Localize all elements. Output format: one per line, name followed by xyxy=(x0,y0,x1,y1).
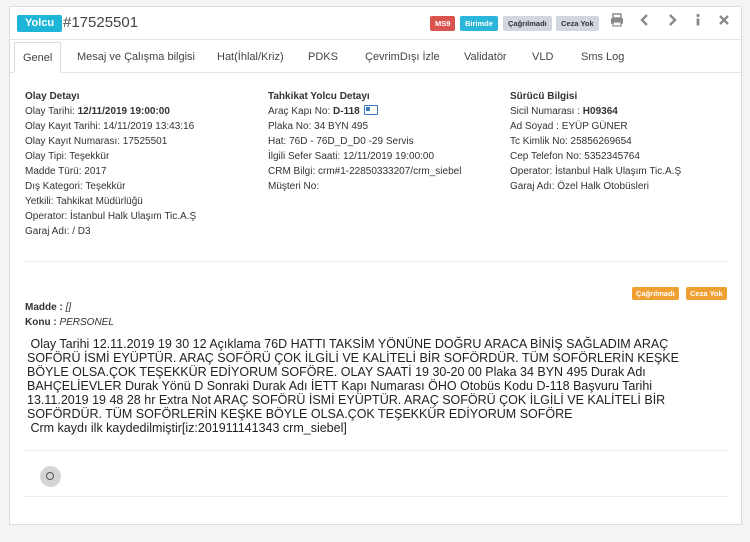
surucu-title: Sürücü Bilgisi xyxy=(510,91,578,102)
info-icon[interactable] xyxy=(690,13,706,31)
olay-tipi: Olay Tipi: Teşekkür xyxy=(25,151,110,162)
footer-divider xyxy=(24,496,729,497)
record-panel: Yolcu #17525501 MS9 Birimde Çağrılmadı C… xyxy=(9,6,742,525)
hat: Hat: 76D - 76D_D_D0 -29 Servis xyxy=(268,136,414,147)
ad-soyad: Ad Soyad : EYÜP GÜNER xyxy=(510,121,628,132)
chevron-right-icon[interactable] xyxy=(664,13,680,31)
complaint-description: Olay Tarihi 12.11.2019 19 30 12 Açıklama… xyxy=(27,337,679,435)
tab-genel[interactable]: Genel xyxy=(14,42,62,73)
description-divider xyxy=(24,450,729,451)
tab-cevrimdisi-izle[interactable]: ÇevrimDışı İzle xyxy=(357,42,448,72)
history-icon[interactable] xyxy=(40,466,61,487)
print-icon[interactable] xyxy=(609,13,625,31)
ms9-badge: MS9 xyxy=(430,16,456,31)
cagrilmadi-status-badge: Çağrılmadı xyxy=(632,287,679,300)
tab-pdks[interactable]: PDKS xyxy=(300,42,346,72)
tc-kimlik-no: Tc Kimlik No: 25856269654 xyxy=(510,136,632,147)
tab-vld[interactable]: VLD xyxy=(524,42,561,72)
chevron-left-icon[interactable] xyxy=(637,13,653,31)
konu-row: Konu : PERSONEL xyxy=(25,317,114,328)
crm-bilgi: CRM Bilgi: crm#1-22850333207/crm_siebel xyxy=(268,166,462,177)
madde-turu: Madde Türü: 2017 xyxy=(25,166,107,177)
ceza-yok-badge: Ceza Yok xyxy=(556,16,599,31)
ceza-yok-status-badge: Ceza Yok xyxy=(686,287,727,300)
olay-operator: Operator: İstanbul Halk Ulaşım Tic.A.Ş xyxy=(25,211,197,222)
surucu-bilgisi-section: Sürücü Bilgisi Sicil Numarası : H09364 A… xyxy=(510,89,681,194)
tahkikat-yolcu-section: Tahkikat Yolcu Detayı Araç Kapı No: D-11… xyxy=(268,89,461,194)
yetkili: Yetkili: Tahkikat Müdürlüğü xyxy=(25,196,143,207)
dis-kategori: Dış Kategori: Teşekkür xyxy=(25,181,126,192)
section-divider xyxy=(24,261,729,262)
ilgili-sefer-saati: İlgili Sefer Saati: 12/11/2019 19:00:00 xyxy=(268,151,435,162)
vehicle-card-icon[interactable] xyxy=(363,105,378,116)
tab-bar: Genel Mesaj ve Çalışma bilgisi Hat(İhlal… xyxy=(10,42,741,73)
tab-validator[interactable]: Validatör xyxy=(456,42,515,72)
birimde-badge: Birimde xyxy=(460,16,498,31)
plaka-no: Plaka No: 34 BYN 495 xyxy=(268,121,369,132)
cep-telefon-no: Cep Telefon No: 5352345764 xyxy=(510,151,640,162)
olay-detayi-section: Olay Detayı Olay Tarihi: 12/11/2019 19:0… xyxy=(25,89,196,239)
record-header: Yolcu #17525501 MS9 Birimde Çağrılmadı C… xyxy=(10,7,741,40)
passenger-type-badge: Yolcu xyxy=(17,15,63,32)
olay-tarihi-row: Olay Tarihi: 12/11/2019 19:00:00 xyxy=(25,106,170,117)
tahkikat-title: Tahkikat Yolcu Detayı xyxy=(268,91,370,102)
madde-row: Madde : [] xyxy=(25,302,72,313)
cagrilmadi-badge: Çağrılmadı xyxy=(503,16,552,31)
olay-kayit-tarihi: Olay Kayıt Tarihi: 14/11/2019 13:43:16 xyxy=(25,121,195,132)
olay-detayi-title: Olay Detayı xyxy=(25,91,80,102)
arac-kapi-value: D-118 xyxy=(333,106,360,117)
tab-mesaj-calisma[interactable]: Mesaj ve Çalışma bilgisi xyxy=(69,42,203,72)
surucu-garaj-adi: Garaj Adı: Özel Halk Otobüsleri xyxy=(510,181,649,192)
sicil-row: Sicil Numarası : H09364 xyxy=(510,106,618,117)
madde-value: [] xyxy=(65,302,72,313)
olay-tarihi-value: 12/11/2019 19:00:00 xyxy=(77,106,170,117)
close-icon[interactable] xyxy=(716,13,732,31)
sicil-value: H09364 xyxy=(582,106,618,117)
konu-value: PERSONEL xyxy=(59,317,114,328)
olay-garaj-adi: Garaj Adı: / D3 xyxy=(25,226,91,237)
record-id: #17525501 xyxy=(63,14,139,31)
tab-hat-ihlal-kriz[interactable]: Hat(İhlal/Kriz) xyxy=(209,42,292,72)
musteri-no: Müşteri No: xyxy=(268,181,320,192)
olay-kayit-numarasi: Olay Kayıt Numarası: 17525501 xyxy=(25,136,168,147)
arac-kapi-row: Araç Kapı No: D-118 xyxy=(268,104,461,119)
tab-sms-log[interactable]: Sms Log xyxy=(573,42,632,72)
surucu-operator: Operator: İstanbul Halk Ulaşım Tic.A.Ş xyxy=(510,166,682,177)
madde-konu-block: Madde : [] Konu : PERSONEL xyxy=(25,300,114,330)
